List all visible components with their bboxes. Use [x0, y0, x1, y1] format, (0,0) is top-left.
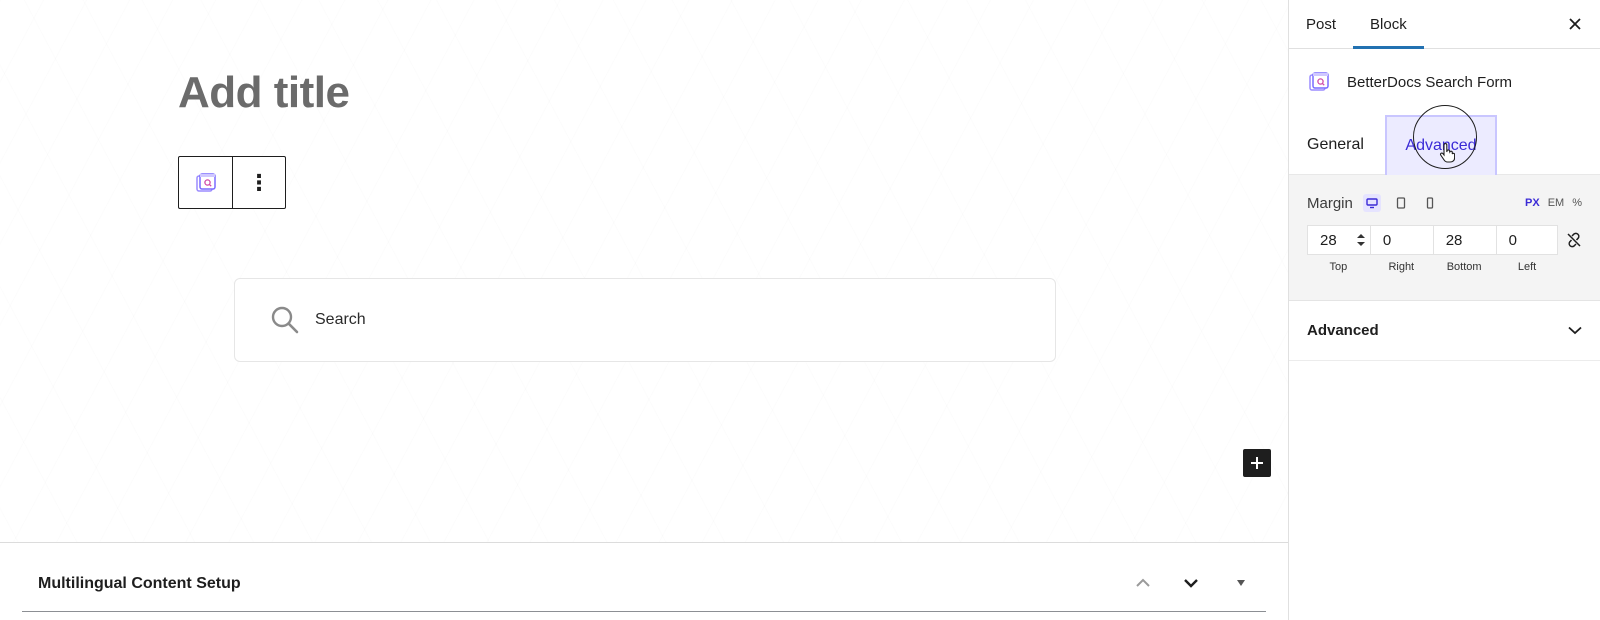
margin-label: Margin: [1307, 194, 1353, 212]
margin-right-caption: Right: [1388, 261, 1415, 273]
toggle-panel-button[interactable]: [1227, 569, 1255, 597]
move-up-button[interactable]: [1129, 569, 1157, 597]
more-options-button[interactable]: ⋮: [232, 157, 285, 208]
close-icon: [1569, 18, 1581, 30]
margin-left-value: 0: [1508, 231, 1517, 249]
more-options-icon: ⋮: [248, 169, 270, 195]
unit-px[interactable]: PX: [1525, 197, 1540, 209]
unit-percent[interactable]: %: [1572, 197, 1582, 209]
search-icon: [271, 306, 299, 334]
block-settings-tabs: General Advanced: [1289, 105, 1600, 175]
tab-general[interactable]: General: [1307, 115, 1364, 175]
settings-sidebar: Post Block BetterDocs Search Form Genera…: [1288, 0, 1600, 620]
tablet-icon[interactable]: [1392, 194, 1410, 212]
meta-box-panel: Multilingual Content Setup: [0, 542, 1288, 620]
chevron-up-icon: [1136, 578, 1150, 587]
search-placeholder: Search: [315, 311, 366, 328]
editor-canvas: Add title ⋮ Search Multilingual Content …: [0, 0, 1288, 620]
margin-control: Margin PX EM % 28 Top 0 Right 28 Bottom …: [1289, 175, 1600, 301]
unit-switcher: PX EM %: [1525, 197, 1582, 209]
unit-em[interactable]: EM: [1548, 197, 1565, 209]
unlink-icon: [1567, 232, 1581, 248]
block-toolbar: ⋮: [178, 156, 286, 209]
block-name: BetterDocs Search Form: [1347, 73, 1513, 91]
advanced-panel-title: Advanced: [1307, 322, 1379, 339]
margin-inputs: 28 Top 0 Right 28 Bottom 0 Left: [1307, 225, 1582, 273]
block-icon: [195, 172, 216, 192]
desktop-icon[interactable]: [1362, 194, 1381, 212]
chevron-down-icon: [1568, 326, 1582, 335]
margin-right-value: 0: [1382, 231, 1392, 249]
margin-bottom-value: 28: [1445, 231, 1463, 249]
tab-post[interactable]: Post: [1289, 0, 1353, 48]
advanced-panel-toggle[interactable]: Advanced: [1289, 301, 1600, 361]
tab-block[interactable]: Block: [1353, 0, 1424, 49]
block-icon: [1309, 72, 1329, 91]
sidebar-tabs: Post Block: [1289, 0, 1600, 49]
margin-top-value: 28: [1320, 231, 1337, 249]
search-form[interactable]: Search: [234, 278, 1056, 362]
meta-box-title: Multilingual Content Setup: [38, 575, 241, 592]
divider: [22, 611, 1266, 612]
block-inserter-button[interactable]: [1243, 449, 1271, 477]
unlink-button[interactable]: [1558, 225, 1582, 255]
move-down-button[interactable]: [1177, 569, 1205, 597]
margin-bottom-input[interactable]: 28: [1432, 225, 1496, 255]
margin-top-input[interactable]: 28: [1307, 225, 1370, 255]
close-sidebar-button[interactable]: [1564, 13, 1586, 35]
hand-cursor-icon: [1440, 143, 1455, 163]
mobile-icon[interactable]: [1421, 194, 1439, 212]
plus-icon: [1251, 457, 1263, 469]
margin-top-caption: Top: [1329, 261, 1348, 273]
stepper-icon[interactable]: [1356, 233, 1366, 247]
post-title[interactable]: Add title: [178, 68, 350, 118]
caret-down-icon: [1237, 580, 1245, 586]
margin-left-caption: Left: [1517, 261, 1537, 273]
margin-left-input[interactable]: 0: [1495, 225, 1559, 255]
margin-right-input[interactable]: 0: [1369, 225, 1433, 255]
margin-bottom-caption: Bottom: [1446, 261, 1482, 273]
block-type-button[interactable]: [179, 157, 232, 208]
chevron-down-icon: [1184, 579, 1198, 588]
